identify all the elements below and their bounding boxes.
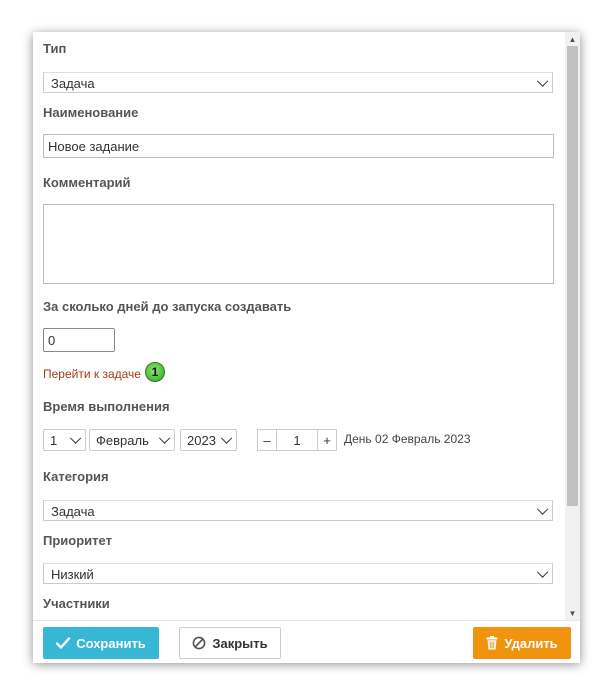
save-button[interactable]: Сохранить: [43, 627, 159, 659]
stepper-value[interactable]: 1: [277, 429, 317, 451]
category-label: Категория: [43, 469, 109, 484]
name-label: Наименование: [43, 105, 139, 120]
delete-button-label: Удалить: [504, 635, 558, 651]
comment-textarea[interactable]: [43, 204, 554, 284]
exec-time-label: Время выполнения: [43, 399, 170, 414]
category-select-value: Задача: [51, 504, 95, 519]
priority-select-value: Низкий: [51, 567, 94, 582]
day-select[interactable]: 1: [43, 429, 86, 451]
chevron-down-icon: [536, 566, 549, 578]
stepper-plus-button[interactable]: +: [317, 429, 337, 451]
name-input[interactable]: Новое задание: [43, 134, 554, 158]
type-select-value: Задача: [51, 76, 95, 91]
days-input-value: 0: [48, 333, 56, 348]
comment-label: Комментарий: [43, 175, 131, 190]
trash-icon: [486, 636, 498, 650]
scroll-down-icon[interactable]: ▼: [565, 606, 580, 620]
priority-label: Приоритет: [43, 533, 112, 548]
delete-button[interactable]: Удалить: [473, 627, 571, 659]
name-input-value: Новое задание: [48, 139, 140, 154]
category-select[interactable]: Задача: [43, 500, 553, 521]
scrollbar[interactable]: ▲ ▼: [565, 32, 580, 620]
year-select[interactable]: 2023: [180, 429, 237, 451]
task-dialog: Тип Задача Наименование Новое задание Ко…: [33, 32, 580, 663]
close-button-label: Закрыть: [212, 635, 268, 651]
close-button[interactable]: Закрыть: [179, 627, 281, 659]
scroll-thumb[interactable]: [567, 46, 578, 506]
type-label: Тип: [43, 41, 67, 56]
ban-icon: [192, 636, 206, 650]
month-select[interactable]: Февраль: [89, 429, 175, 451]
priority-select[interactable]: Низкий: [43, 563, 553, 584]
chevron-down-icon: [536, 75, 549, 87]
month-select-value: Февраль: [96, 433, 149, 448]
stepper-minus-button[interactable]: –: [257, 429, 277, 451]
days-label: За сколько дней до запуска создавать: [43, 299, 292, 314]
scroll-up-icon[interactable]: ▲: [565, 32, 580, 46]
save-button-label: Сохранить: [76, 635, 146, 651]
day-description: День 02 Февраль 2023: [344, 432, 471, 446]
notification-badge: 1: [145, 362, 165, 382]
chevron-down-icon: [220, 432, 233, 444]
participants-label: Участники: [43, 596, 110, 611]
year-select-value: 2023: [187, 433, 216, 448]
chevron-down-icon: [69, 432, 82, 444]
type-select[interactable]: Задача: [43, 72, 553, 93]
chevron-down-icon: [536, 503, 549, 515]
days-input[interactable]: 0: [43, 328, 115, 352]
check-icon: [56, 637, 71, 649]
form-content: Тип Задача Наименование Новое задание Ко…: [33, 32, 565, 620]
chevron-down-icon: [158, 432, 171, 444]
day-select-value: 1: [50, 433, 58, 448]
dialog-footer: Сохранить Закрыть Удалить: [33, 620, 580, 663]
goto-task-link[interactable]: Перейти к задаче: [43, 367, 141, 381]
